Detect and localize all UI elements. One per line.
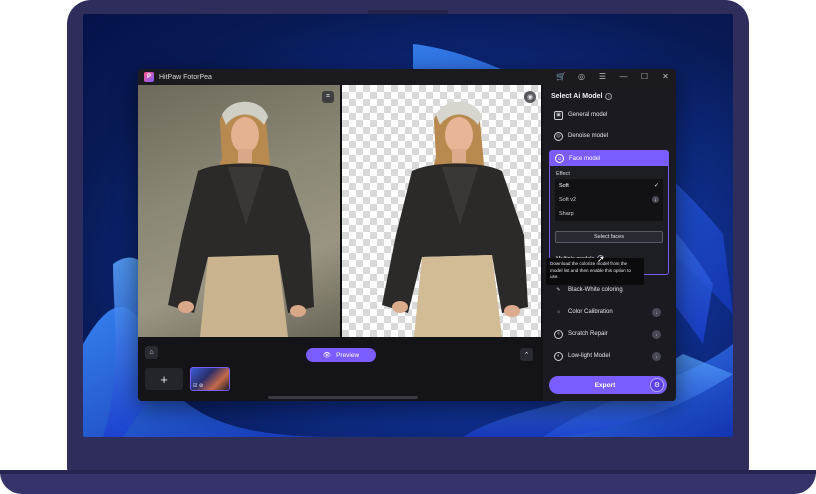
model-face[interactable]: ☺ Face model (550, 151, 668, 166)
preview-label: Preview (336, 351, 360, 359)
scratch-icon: ✧ (554, 329, 563, 339)
title-bar: P HitPaw FotorPea 🛒 ◎ ☰ — ☐ ✕ (138, 69, 676, 85)
model-bw-label: Black-White coloring (568, 287, 623, 293)
gear-icon[interactable]: ⚙ (650, 378, 664, 392)
close-icon[interactable]: ✕ (661, 69, 670, 85)
model-scratch-repair[interactable]: ✧ Scratch Repair ↓ (549, 325, 669, 343)
model-general[interactable]: ▣ General model (549, 106, 669, 124)
bottom-bar: ⌂ 👁 Preview ⌃ + ☑ ⊘ (138, 337, 541, 401)
effect-option-sharp[interactable]: Sharp (555, 207, 663, 221)
model-low-light-label: Low-light Model (568, 353, 611, 359)
preview-button[interactable]: 👁 Preview (306, 348, 376, 362)
denoise-icon: ◎ (554, 131, 563, 141)
effect-soft-label: Soft (559, 183, 569, 189)
processed-image: ◉ (342, 85, 541, 337)
effect-option-soft-v2[interactable]: Soft v2 ↓ (555, 193, 663, 207)
horizontal-scrollbar[interactable] (268, 396, 418, 399)
effect-option-soft[interactable]: Soft ✓ (555, 179, 663, 193)
sun-icon: ☼ (556, 309, 561, 315)
face-icon: ☺ (555, 154, 564, 163)
panel-title-text: Select Ai Model (551, 93, 603, 100)
panel-title: Select Ai Model i (551, 93, 613, 100)
face-model-card: ☺ Face model Effect Soft ✓ Soft v2 ↓ Sha… (549, 150, 669, 275)
person-cutout (382, 101, 528, 337)
model-low-light[interactable]: ◐ Low-light Model ↓ (549, 347, 669, 365)
model-face-label: Face model (569, 155, 601, 162)
image-thumbnail[interactable]: ☑ ⊘ (190, 367, 230, 391)
image-icon: ▣ (554, 110, 563, 120)
compare-eye-icon[interactable]: ◉ (524, 91, 536, 103)
model-scratch-label: Scratch Repair (568, 331, 608, 337)
export-label: Export (594, 381, 616, 389)
minimize-icon[interactable]: — (619, 69, 628, 85)
export-button[interactable]: Export ⚙ (549, 376, 667, 394)
cursor-pointer-icon: ➚ (597, 254, 605, 264)
palette-icon: ✎ (556, 287, 561, 293)
tooltip: Download the colorize model from the mod… (546, 258, 644, 285)
ai-model-panel: Select Ai Model i ▣ General model ◎ Deno… (543, 85, 676, 401)
checkmark-icon: ✓ (653, 183, 659, 189)
maximize-icon[interactable]: ☐ (640, 69, 649, 85)
original-image: ⌗ (138, 85, 340, 337)
crop-icon[interactable]: ⌗ (322, 91, 334, 103)
model-color-calibration-label: Color Calibration (568, 309, 613, 315)
effect-soft-v2-label: Soft v2 (559, 197, 577, 203)
effect-list: Soft ✓ Soft v2 ↓ Sharp (555, 179, 663, 221)
home-icon[interactable]: ⌂ (145, 346, 158, 359)
model-denoise-label: Denoise model (568, 133, 609, 139)
add-image-button[interactable]: + (145, 368, 183, 390)
model-color-calibration[interactable]: ☼ Color Calibration ↓ (549, 303, 669, 321)
download-icon[interactable]: ↓ (652, 307, 661, 317)
moon-icon: ◐ (554, 351, 563, 361)
person-photo (168, 101, 314, 337)
laptop-base (0, 470, 816, 494)
effect-sharp-label: Sharp (559, 211, 574, 217)
app-logo-icon: P (144, 72, 154, 82)
chevron-up-icon[interactable]: ⌃ (520, 348, 533, 361)
download-icon[interactable]: ↓ (652, 351, 661, 361)
cart-icon[interactable]: 🛒 (556, 69, 566, 85)
download-icon[interactable]: ↓ (652, 329, 661, 339)
select-faces-button[interactable]: Select faces (555, 231, 663, 243)
app-window: P HitPaw FotorPea 🛒 ◎ ☰ — ☐ ✕ ⌗ ◉ ⌂ 👁 Pr… (138, 69, 676, 401)
info-icon[interactable]: i (605, 93, 613, 100)
app-title: HitPaw FotorPea (159, 73, 212, 81)
model-denoise[interactable]: ◎ Denoise model (549, 127, 669, 145)
user-icon[interactable]: ◎ (577, 69, 586, 85)
eye-icon: 👁 (322, 352, 332, 359)
thumbnail-status-icons: ☑ ⊘ (193, 383, 204, 389)
download-icon[interactable]: ↓ (652, 196, 659, 203)
menu-icon[interactable]: ☰ (598, 69, 607, 85)
model-general-label: General model (568, 112, 608, 118)
effect-label: Effect (556, 171, 570, 177)
